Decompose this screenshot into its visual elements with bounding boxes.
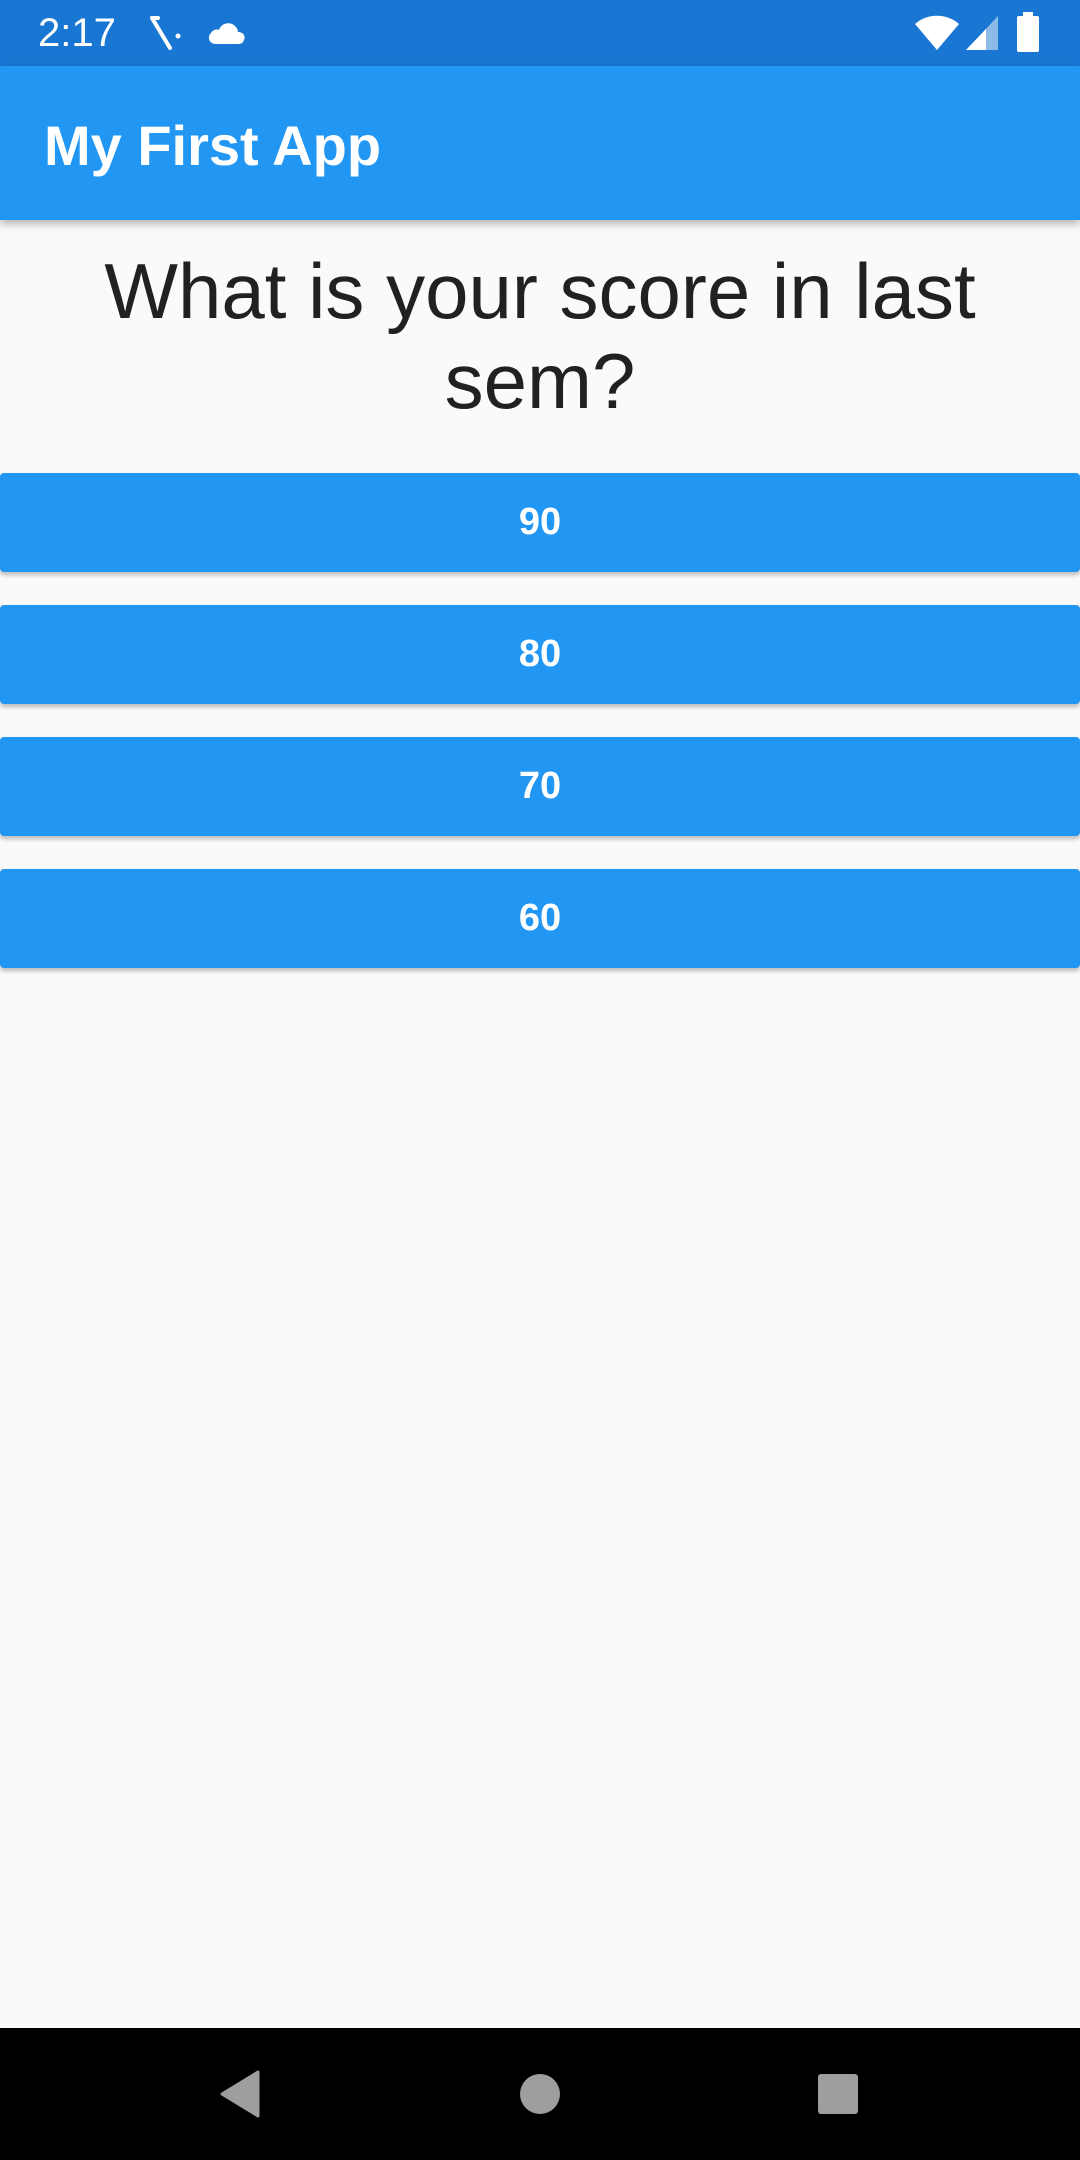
app-title: My First App <box>44 114 382 177</box>
question-text: What is your score in last sem? <box>104 247 976 425</box>
debug-icon <box>150 16 181 50</box>
battery-icon <box>1017 12 1039 52</box>
answer-button-70[interactable]: 70 <box>0 737 1080 836</box>
status-bar: 2:17 <box>0 0 1080 66</box>
recents-icon <box>818 2074 858 2114</box>
answer-list: 90 80 70 60 <box>0 473 1080 1001</box>
app-bar: My First App <box>0 66 1080 220</box>
signal-icon <box>966 16 998 50</box>
app-screen: 2:17 My First App What is your score in … <box>0 0 1080 2160</box>
back-icon <box>220 2070 260 2118</box>
answer-button-80[interactable]: 80 <box>0 605 1080 704</box>
nav-home-button[interactable] <box>498 2052 582 2136</box>
nav-back-button[interactable] <box>198 2052 282 2136</box>
home-icon <box>520 2074 560 2114</box>
cloud-icon <box>208 23 245 44</box>
system-nav-bar <box>0 2028 1080 2160</box>
answer-button-90[interactable]: 90 <box>0 473 1080 572</box>
wifi-icon <box>915 15 959 50</box>
status-time: 2:17 <box>38 11 116 55</box>
nav-recents-button[interactable] <box>796 2052 880 2136</box>
answer-button-60[interactable]: 60 <box>0 869 1080 968</box>
